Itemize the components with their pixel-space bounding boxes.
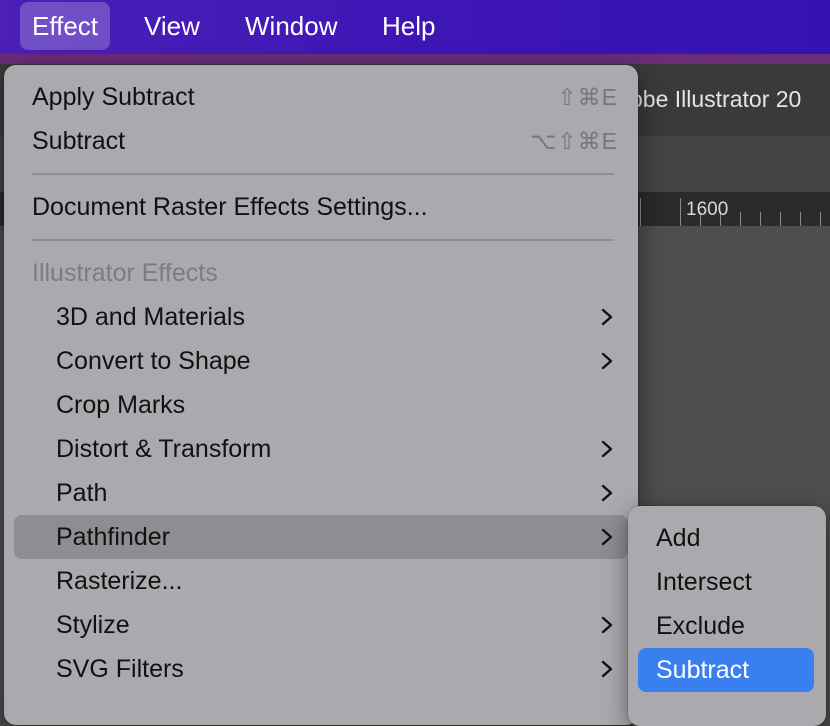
menu-help[interactable]: Help [370,2,447,50]
menu-item-label: 3D and Materials [56,303,245,331]
ruler-tick [740,212,741,226]
ruler-tick [760,212,761,226]
menu-item-label: Path [56,479,108,507]
ruler-tick [800,212,801,226]
chevron-right-icon [598,339,618,383]
menu-item-label: Rasterize... [56,567,183,595]
menu-item-3d-and-materials[interactable]: 3D and Materials [56,295,618,339]
menu-item-crop-marks[interactable]: Crop Marks [56,383,618,427]
ruler-tick [820,212,821,226]
pathfinder-submenu: Add Intersect Exclude Subtract [628,506,826,726]
submenu-item-intersect[interactable]: Intersect [638,560,814,604]
menu-item-last-effect[interactable]: Subtract ⌥⇧⌘E [32,119,618,163]
menu-item-path[interactable]: Path [56,471,618,515]
shortcut-label: ⌥⇧⌘E [529,128,618,154]
chevron-right-icon [598,515,618,559]
chevron-right-icon [598,603,618,647]
menu-item-label: Subtract [32,127,126,155]
effect-dropdown-menu: Apply Subtract ⇧⌘E Subtract ⌥⇧⌘E Documen… [4,65,638,725]
menu-item-label: SVG Filters [56,655,184,683]
menu-item-pathfinder[interactable]: Pathfinder [56,515,618,559]
ruler-label: 1600 [686,199,729,220]
ruler-tick [640,198,641,226]
menu-separator [32,173,614,175]
menu-window[interactable]: Window [233,2,349,50]
chevron-right-icon [598,471,618,515]
window-top-accent [0,54,830,64]
menu-item-label: Distort & Transform [56,435,272,463]
menu-item-label: Convert to Shape [56,347,251,375]
menu-effect[interactable]: Effect [20,2,111,50]
menu-item-stylize[interactable]: Stylize [56,603,618,647]
menu-bar: Effect View Window Help [0,0,830,54]
menu-item-rasterize[interactable]: Rasterize... [56,559,618,603]
menu-section-header: Illustrator Effects [32,259,218,287]
chevron-right-icon [598,647,618,691]
menu-item-label: Stylize [56,611,130,639]
submenu-item-subtract[interactable]: Subtract [638,648,814,692]
chevron-right-icon [598,427,618,471]
menu-separator [32,239,614,241]
ruler-tick [680,198,681,226]
menu-view[interactable]: View [132,2,212,50]
menu-item-label: Pathfinder [56,523,170,551]
menu-item-document-raster-effects-settings[interactable]: Document Raster Effects Settings... [32,185,618,229]
submenu-item-exclude[interactable]: Exclude [638,604,814,648]
chevron-right-icon [598,295,618,339]
ruler-tick [780,212,781,226]
app-window-title: obe Illustrator 20 [630,86,802,112]
menu-item-distort-and-transform[interactable]: Distort & Transform [56,427,618,471]
shortcut-label: ⇧⌘E [557,84,618,110]
menu-item-convert-to-shape[interactable]: Convert to Shape [56,339,618,383]
menu-item-apply-last-effect[interactable]: Apply Subtract ⇧⌘E [32,75,618,119]
submenu-item-add[interactable]: Add [638,516,814,560]
menu-item-label: Apply Subtract [32,83,195,111]
menu-item-svg-filters[interactable]: SVG Filters [56,647,618,691]
menu-item-label: Crop Marks [56,391,186,419]
